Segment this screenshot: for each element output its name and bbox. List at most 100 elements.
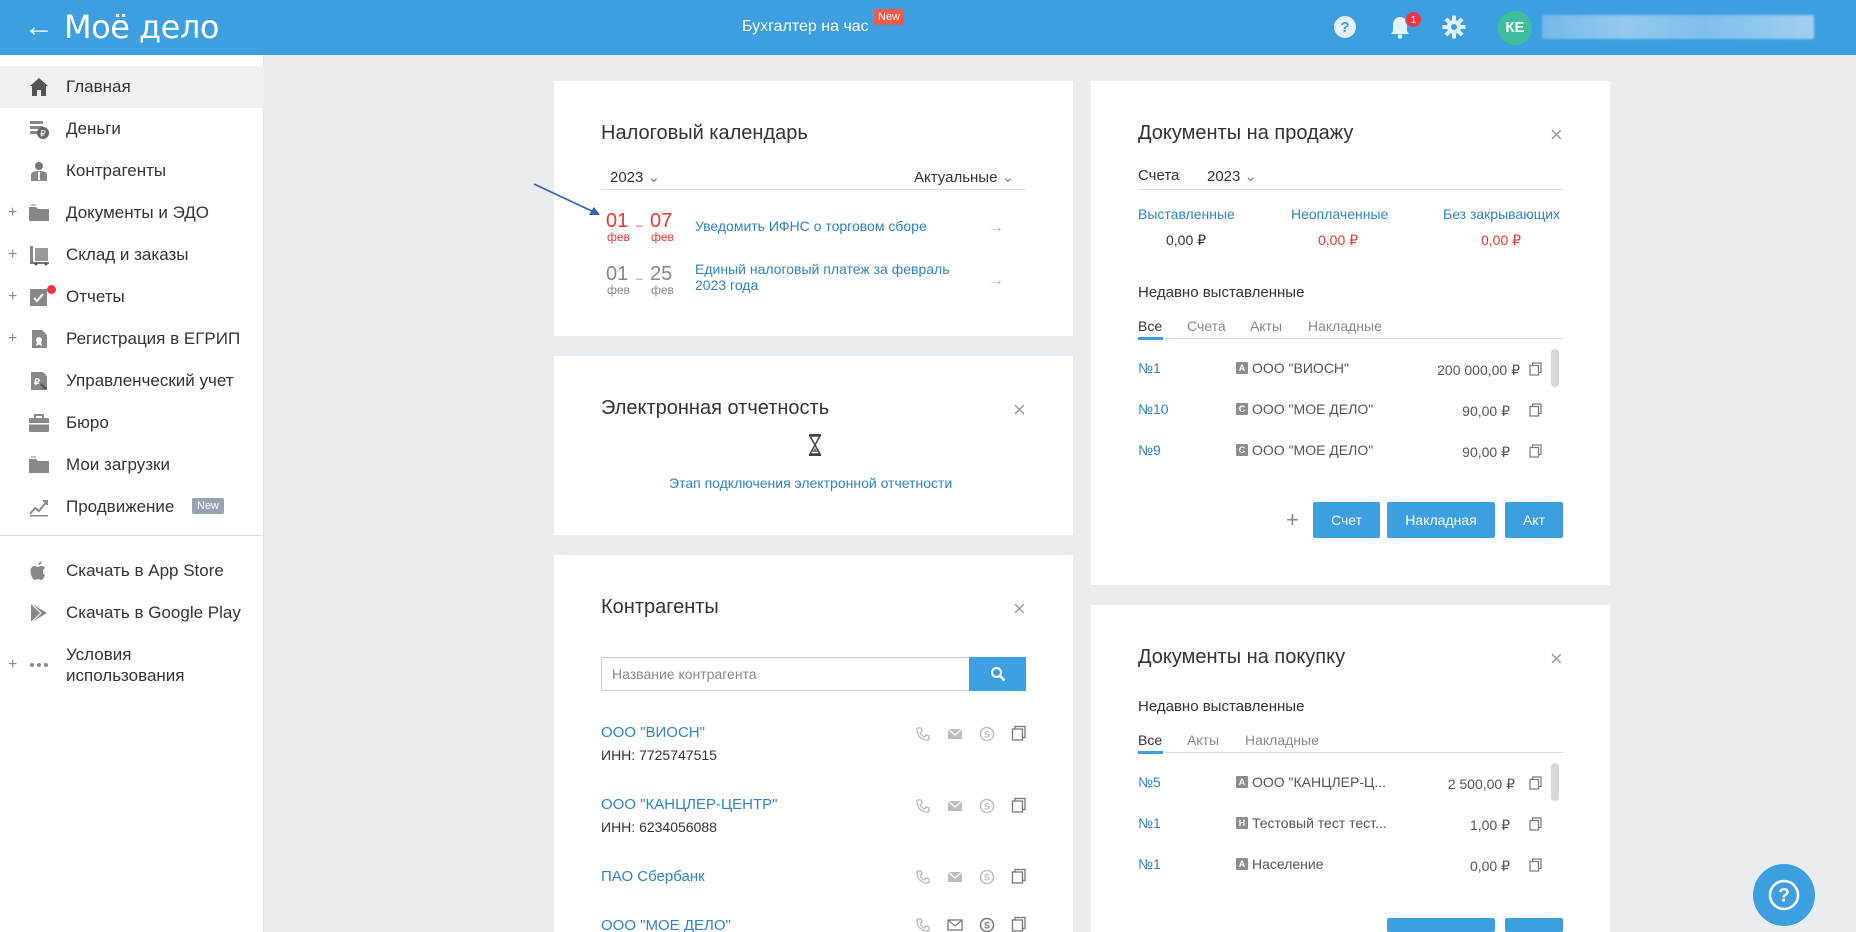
mail-icon[interactable]	[947, 798, 963, 814]
sidebar-item-home[interactable]: Главная	[0, 66, 264, 108]
phone-icon[interactable]	[915, 798, 931, 814]
gear-icon[interactable]	[1441, 14, 1467, 40]
tab-all[interactable]: Все	[1138, 732, 1162, 748]
copy-icon[interactable]	[1011, 868, 1027, 884]
help-icon[interactable]: ?	[1332, 14, 1358, 40]
tax-year-select[interactable]: 2023 ⌄	[610, 168, 660, 186]
back-arrow-icon[interactable]: ←	[24, 12, 54, 42]
scrollbar-thumb[interactable]	[1551, 349, 1559, 387]
create-waybill-button[interactable]: Накладная	[1387, 502, 1495, 538]
mail-icon[interactable]	[947, 917, 963, 932]
stat-unpaid-link[interactable]: Неоплаченные	[1291, 206, 1388, 222]
skype-icon[interactable]: S	[979, 798, 995, 814]
tab-waybills[interactable]: Накладные	[1308, 318, 1382, 334]
logo[interactable]: Моё дело	[64, 9, 219, 45]
avatar[interactable]: КЕ	[1498, 11, 1532, 45]
sidebar-item-management[interactable]: ₽ Управленческий учет	[0, 360, 264, 402]
active-tab-indicator	[1138, 751, 1163, 754]
mail-icon[interactable]	[947, 726, 963, 742]
sidebar-item-downloads[interactable]: Мои загрузки	[0, 444, 264, 486]
contractor-name-link[interactable]: ПАО Сбербанк	[601, 868, 705, 885]
user-name-blurred[interactable]	[1542, 15, 1814, 39]
phone-icon[interactable]	[915, 869, 931, 885]
copy-icon[interactable]	[1011, 797, 1027, 813]
tax-calendar-card	[554, 81, 1073, 336]
tax-filter-select[interactable]: Актуальные ⌄	[914, 168, 1014, 186]
doc-number-link[interactable]: №10	[1138, 401, 1169, 417]
contractor-name-link[interactable]: ООО "КАНЦЛЕР-ЦЕНТР"	[601, 796, 777, 813]
chevron-down-icon: ⌄	[1001, 169, 1015, 186]
sidebar-item-contractors[interactable]: Контрагенты	[0, 150, 264, 192]
close-icon[interactable]: ×	[1013, 399, 1026, 421]
contractor-search-input[interactable]	[601, 657, 970, 691]
doc-type-badge: Н	[1236, 817, 1248, 829]
purchase-action-button[interactable]	[1505, 918, 1563, 932]
create-act-button[interactable]: Акт	[1505, 502, 1563, 538]
sidebar-item-google-play[interactable]: Скачать в Google Play	[0, 592, 264, 634]
copy-icon[interactable]	[1529, 817, 1542, 831]
sidebar-item-promotion[interactable]: Продвижение New	[0, 486, 264, 528]
tax-task-link[interactable]: Уведомить ИФНС о торговом сборе	[695, 218, 927, 234]
doc-number-link[interactable]: №1	[1138, 856, 1161, 872]
expand-plus-icon[interactable]: +	[8, 246, 17, 264]
sidebar-item-terms[interactable]: + Условия использования	[0, 640, 264, 690]
tab-acts[interactable]: Акты	[1250, 318, 1282, 334]
svg-text:S: S	[984, 921, 990, 931]
expand-plus-icon[interactable]: +	[8, 288, 17, 306]
sales-year-select[interactable]: 2023 ⌄	[1207, 167, 1257, 185]
doc-number-link[interactable]: №9	[1138, 442, 1161, 458]
tab-acts[interactable]: Акты	[1187, 732, 1219, 748]
search-button[interactable]	[969, 657, 1026, 691]
expand-plus-icon[interactable]: +	[8, 330, 17, 348]
sidebar-item-warehouse[interactable]: + Склад и заказы	[0, 234, 264, 276]
skype-icon[interactable]: S	[979, 917, 995, 932]
copy-icon[interactable]	[1529, 362, 1542, 376]
accountant-link[interactable]: Бухгалтер на час	[742, 18, 869, 36]
sidebar-item-label: Отчеты	[66, 287, 125, 306]
date-from-month: фев	[607, 283, 630, 297]
phone-icon[interactable]	[915, 726, 931, 742]
sidebar-item-money[interactable]: ₽ Деньги	[0, 108, 264, 150]
sidebar-item-app-store[interactable]: Скачать в App Store	[0, 550, 264, 592]
sidebar-item-bureau[interactable]: Бюро	[0, 402, 264, 444]
contractor-name-link[interactable]: ООО "ВИОСН"	[601, 724, 705, 741]
tab-invoices[interactable]: Счета	[1187, 318, 1226, 334]
close-icon[interactable]: ×	[1550, 648, 1563, 670]
close-icon[interactable]: ×	[1013, 598, 1026, 620]
copy-icon[interactable]	[1011, 916, 1027, 932]
sidebar-item-reports[interactable]: + Отчеты	[0, 276, 264, 318]
expand-plus-icon[interactable]: +	[8, 656, 17, 674]
help-chat-button[interactable]: ?	[1753, 864, 1815, 926]
tab-all[interactable]: Все	[1138, 318, 1162, 334]
e-reporting-link[interactable]: Этап подключения электронной отчетности	[669, 475, 952, 491]
add-plus-icon[interactable]: +	[1286, 507, 1299, 533]
scrollbar-thumb[interactable]	[1551, 763, 1559, 801]
expand-plus-icon[interactable]: +	[8, 204, 17, 222]
mail-icon[interactable]	[947, 869, 963, 885]
copy-icon[interactable]	[1529, 444, 1542, 458]
skype-icon[interactable]: S	[979, 869, 995, 885]
arrow-right-icon[interactable]: →	[988, 272, 1004, 290]
sidebar-item-registration[interactable]: + Регистрация в ЕГРИП	[0, 318, 264, 360]
doc-number-link[interactable]: №1	[1138, 360, 1161, 376]
copy-icon[interactable]	[1529, 776, 1542, 790]
doc-number-link[interactable]: №5	[1138, 774, 1161, 790]
tab-waybills[interactable]: Накладные	[1245, 732, 1319, 748]
doc-number-link[interactable]: №1	[1138, 815, 1161, 831]
copy-icon[interactable]	[1011, 725, 1027, 741]
date-dash: –	[636, 271, 643, 285]
tax-task-link[interactable]: Единый налоговый платеж за февраль 2023 г…	[695, 261, 950, 293]
skype-icon[interactable]: S	[979, 726, 995, 742]
purchase-action-button[interactable]	[1387, 918, 1495, 932]
stat-issued-link[interactable]: Выставленные	[1138, 206, 1235, 222]
copy-icon[interactable]	[1529, 403, 1542, 417]
create-invoice-button[interactable]: Счет	[1313, 502, 1380, 538]
sidebar-item-documents[interactable]: + Документы и ЭДО	[0, 192, 264, 234]
arrow-right-icon[interactable]: →	[988, 219, 1004, 237]
contractor-name-link[interactable]: ООО "МОЕ ДЕЛО"	[601, 917, 731, 932]
phone-icon[interactable]	[915, 917, 931, 932]
close-icon[interactable]: ×	[1550, 124, 1563, 146]
stat-no-closing-link[interactable]: Без закрывающих	[1443, 206, 1560, 222]
copy-icon[interactable]	[1529, 858, 1542, 872]
date-to-month: фев	[651, 283, 674, 297]
